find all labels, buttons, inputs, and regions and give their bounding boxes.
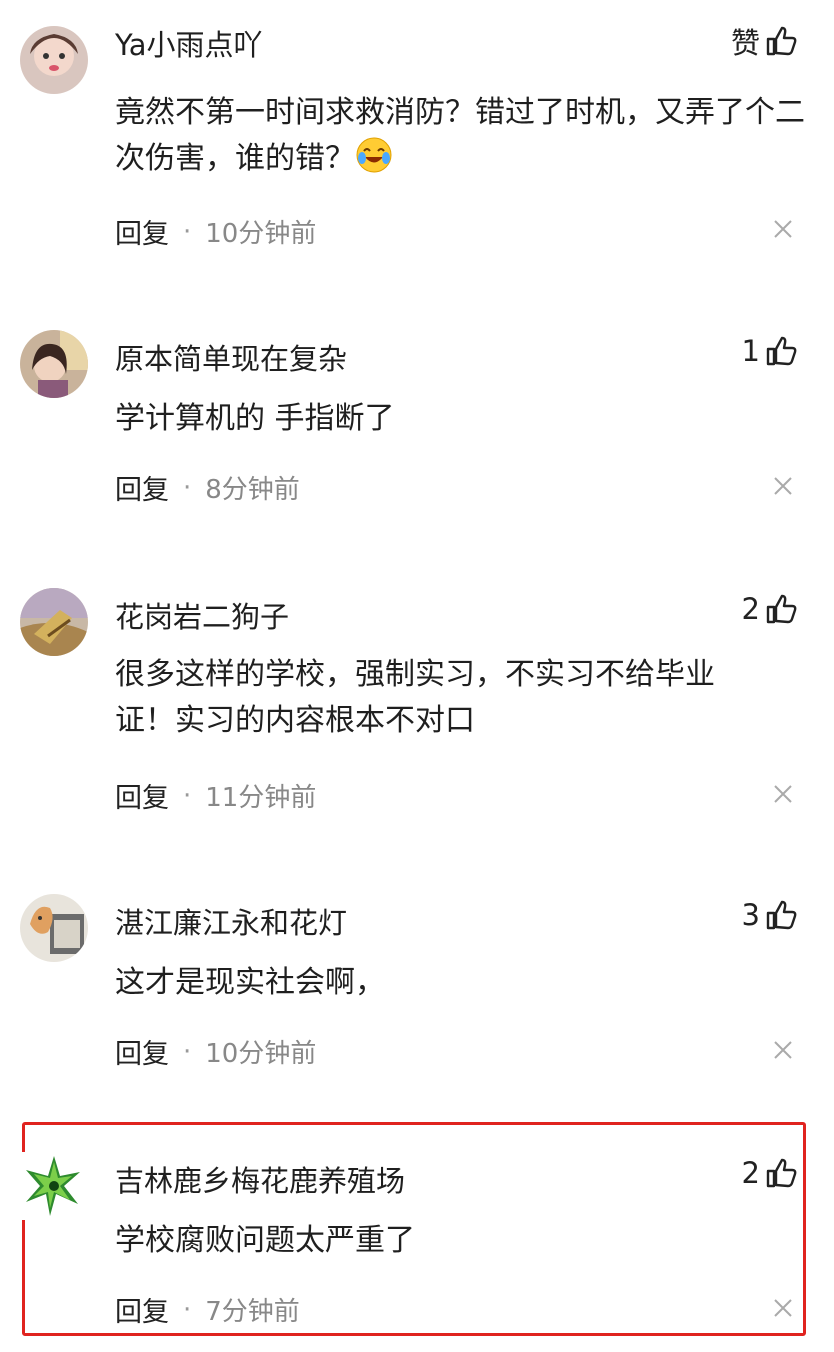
avatar[interactable] <box>20 26 88 94</box>
separator-dot: · <box>183 780 192 811</box>
reply-button[interactable]: 回复 <box>115 1032 169 1071</box>
reply-button[interactable]: 回复 <box>115 1290 169 1329</box>
comment-meta: 回复 · 10分钟前 <box>115 212 316 251</box>
thumbs-up-icon <box>764 334 798 368</box>
avatar[interactable] <box>20 588 88 656</box>
timestamp: 10分钟前 <box>205 219 317 249</box>
close-icon[interactable] <box>772 783 794 805</box>
timestamp: 11分钟前 <box>205 783 317 813</box>
close-icon[interactable] <box>772 475 794 497</box>
like-count: 1 <box>741 334 760 368</box>
separator-dot: · <box>183 1294 192 1325</box>
laughing-crying-emoji-icon <box>355 136 393 174</box>
like-button[interactable]: 赞 <box>731 20 798 62</box>
comment-text: 很多这样的学校，强制实习，不实习不给毕业证！实习的内容根本不对口 <box>115 657 715 738</box>
avatar[interactable] <box>20 1152 88 1220</box>
thumbs-up-icon <box>764 592 798 626</box>
reply-button[interactable]: 回复 <box>115 212 169 251</box>
close-icon[interactable] <box>772 218 794 240</box>
like-label: 赞 <box>730 26 760 60</box>
comment-meta: 回复 · 7分钟前 <box>115 1290 300 1329</box>
comment-item-1: Ya小雨点吖 赞 竟然不第一时间求救消防？错过了时机，又弄了个二次伤害，谁的错？… <box>0 16 834 266</box>
reply-button[interactable]: 回复 <box>115 776 169 815</box>
separator-dot: · <box>183 1036 192 1067</box>
like-button[interactable]: 2 <box>742 592 798 626</box>
comment-meta: 回复 · 11分钟前 <box>115 776 316 815</box>
thumbs-up-icon <box>764 1156 798 1190</box>
separator-dot: · <box>183 216 192 247</box>
username[interactable]: 原本简单现在复杂 <box>115 336 347 378</box>
like-count: 3 <box>741 898 760 932</box>
comment-item-2: 原本简单现在复杂 1 学计算机的 手指断了 回复 · 8分钟前 <box>0 330 834 520</box>
username[interactable]: 吉林鹿乡梅花鹿养殖场 <box>115 1158 405 1200</box>
comment-text: 学计算机的 手指断了 <box>115 401 395 436</box>
like-button[interactable]: 2 <box>742 1156 798 1190</box>
timestamp: 7分钟前 <box>205 1297 300 1327</box>
comment-text: 竟然不第一时间求救消防？错过了时机，又弄了个二次伤害，谁的错？ <box>115 95 805 176</box>
like-button[interactable]: 1 <box>742 334 798 368</box>
avatar[interactable] <box>20 894 88 962</box>
timestamp: 8分钟前 <box>205 475 300 505</box>
separator-dot: · <box>183 472 192 503</box>
comment-meta: 回复 · 8分钟前 <box>115 468 300 507</box>
close-icon[interactable] <box>772 1039 794 1061</box>
comment-item-3: 花岗岩二狗子 2 很多这样的学校，强制实习，不实习不给毕业证！实习的内容根本不对… <box>0 588 834 828</box>
like-count: 2 <box>741 1156 760 1190</box>
comment-text: 学校腐败问题太严重了 <box>115 1223 415 1258</box>
like-count: 2 <box>741 592 760 626</box>
timestamp: 10分钟前 <box>205 1039 317 1069</box>
thumbs-up-icon <box>764 24 798 58</box>
close-icon[interactable] <box>772 1297 794 1319</box>
thumbs-up-icon <box>764 898 798 932</box>
reply-button[interactable]: 回复 <box>115 468 169 507</box>
comment-text: 这才是现实社会啊， <box>115 965 385 1000</box>
comment-item-4: 湛江廉江永和花灯 3 这才是现实社会啊， 回复 · 10分钟前 <box>0 894 834 1084</box>
username[interactable]: 湛江廉江永和花灯 <box>115 900 347 942</box>
comment-meta: 回复 · 10分钟前 <box>115 1032 316 1071</box>
like-button[interactable]: 3 <box>742 898 798 932</box>
username[interactable]: Ya小雨点吖 <box>115 22 263 64</box>
avatar[interactable] <box>20 330 88 398</box>
comment-item-5: 吉林鹿乡梅花鹿养殖场 2 学校腐败问题太严重了 回复 · 7分钟前 <box>0 1152 834 1332</box>
username[interactable]: 花岗岩二狗子 <box>115 594 289 636</box>
